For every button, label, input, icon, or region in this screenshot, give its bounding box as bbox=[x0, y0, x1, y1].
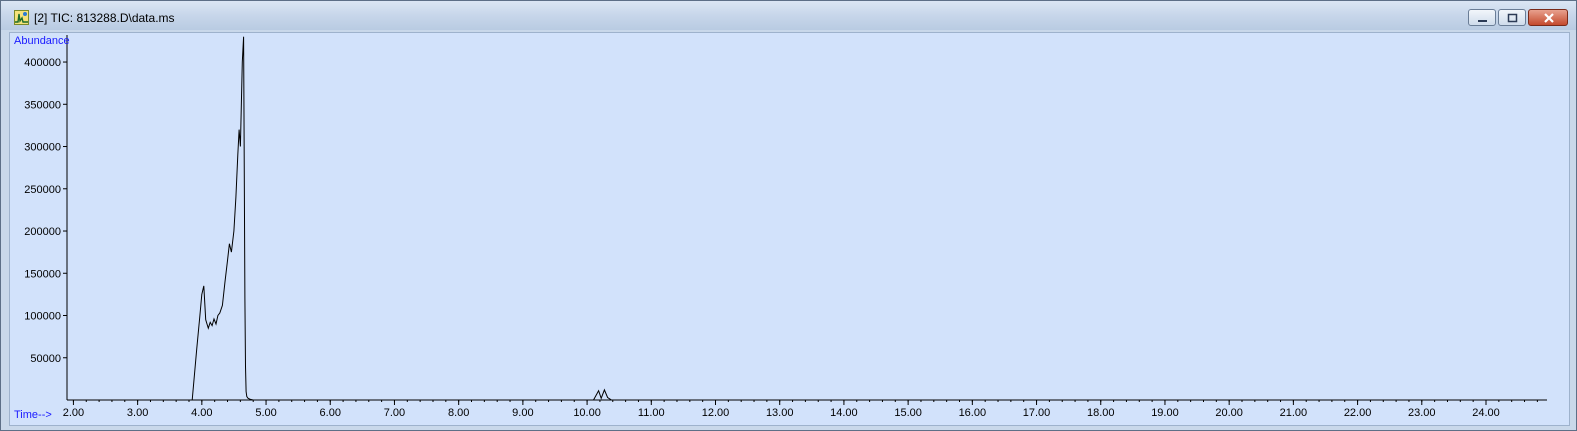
x-tick-label: 22.00 bbox=[1344, 407, 1372, 419]
tic-chromatogram-chart[interactable]: 50000 100000 150000 200000 250000 300000 35000… bbox=[10, 33, 1569, 425]
x-tick-label: 13.00 bbox=[766, 407, 794, 419]
x-tick-label: 21.00 bbox=[1280, 407, 1308, 419]
x-tick-label: 17.00 bbox=[1023, 407, 1051, 419]
tic-trace-line bbox=[67, 36, 1547, 401]
x-tick-label: 12.00 bbox=[702, 407, 730, 419]
x-axis-label: Time--> bbox=[14, 409, 52, 421]
restore-icon bbox=[1507, 13, 1518, 23]
x-tick-label: 2.00 bbox=[63, 407, 84, 419]
x-tick-label: 23.00 bbox=[1408, 407, 1436, 419]
chromatogram-window: [2] TIC: 813288.D\data.ms 50000 100000 150… bbox=[0, 0, 1577, 431]
x-tick-label: 15.00 bbox=[894, 407, 922, 419]
x-tick-label: 14.00 bbox=[830, 407, 858, 419]
y-tick-label: 300000 bbox=[24, 142, 61, 154]
x-tick-label: 11.00 bbox=[638, 407, 665, 419]
x-tick-label: 5.00 bbox=[255, 407, 276, 419]
y-tick-label: 400000 bbox=[24, 57, 61, 69]
y-tick-label: 350000 bbox=[24, 99, 61, 111]
minimize-icon bbox=[1478, 20, 1487, 22]
x-tick-label: 8.00 bbox=[448, 407, 469, 419]
x-tick-label: 6.00 bbox=[320, 407, 341, 419]
close-button[interactable] bbox=[1528, 9, 1568, 26]
restore-button[interactable] bbox=[1498, 9, 1526, 26]
x-tick-label: 18.00 bbox=[1087, 407, 1115, 419]
minimize-button[interactable] bbox=[1468, 9, 1496, 26]
x-tick-label: 4.00 bbox=[191, 407, 212, 419]
x-tick-label: 19.00 bbox=[1151, 407, 1179, 419]
x-tick-label: 16.00 bbox=[959, 407, 987, 419]
window-title: [2] TIC: 813288.D\data.ms bbox=[34, 11, 175, 25]
chart-area[interactable]: 50000 100000 150000 200000 250000 300000 35000… bbox=[9, 32, 1570, 426]
x-tick-label: 10.00 bbox=[573, 407, 601, 419]
title-bar[interactable]: [2] TIC: 813288.D\data.ms bbox=[1, 1, 1576, 30]
y-tick-label: 100000 bbox=[24, 311, 61, 323]
close-icon bbox=[1544, 13, 1554, 23]
x-tick-label: 20.00 bbox=[1215, 407, 1243, 419]
y-tick-label: 50000 bbox=[30, 353, 61, 365]
chromatogram-app-icon bbox=[14, 10, 29, 25]
y-tick-label: 200000 bbox=[24, 226, 61, 238]
x-tick-label: 9.00 bbox=[512, 407, 533, 419]
y-tick-label: 150000 bbox=[24, 268, 61, 280]
y-tick-label: 250000 bbox=[24, 184, 61, 196]
x-tick-label: 24.00 bbox=[1472, 407, 1500, 419]
x-tick-label: 7.00 bbox=[384, 407, 405, 419]
y-axis-label: Abundance bbox=[14, 35, 70, 47]
x-tick-label: 3.00 bbox=[127, 407, 148, 419]
